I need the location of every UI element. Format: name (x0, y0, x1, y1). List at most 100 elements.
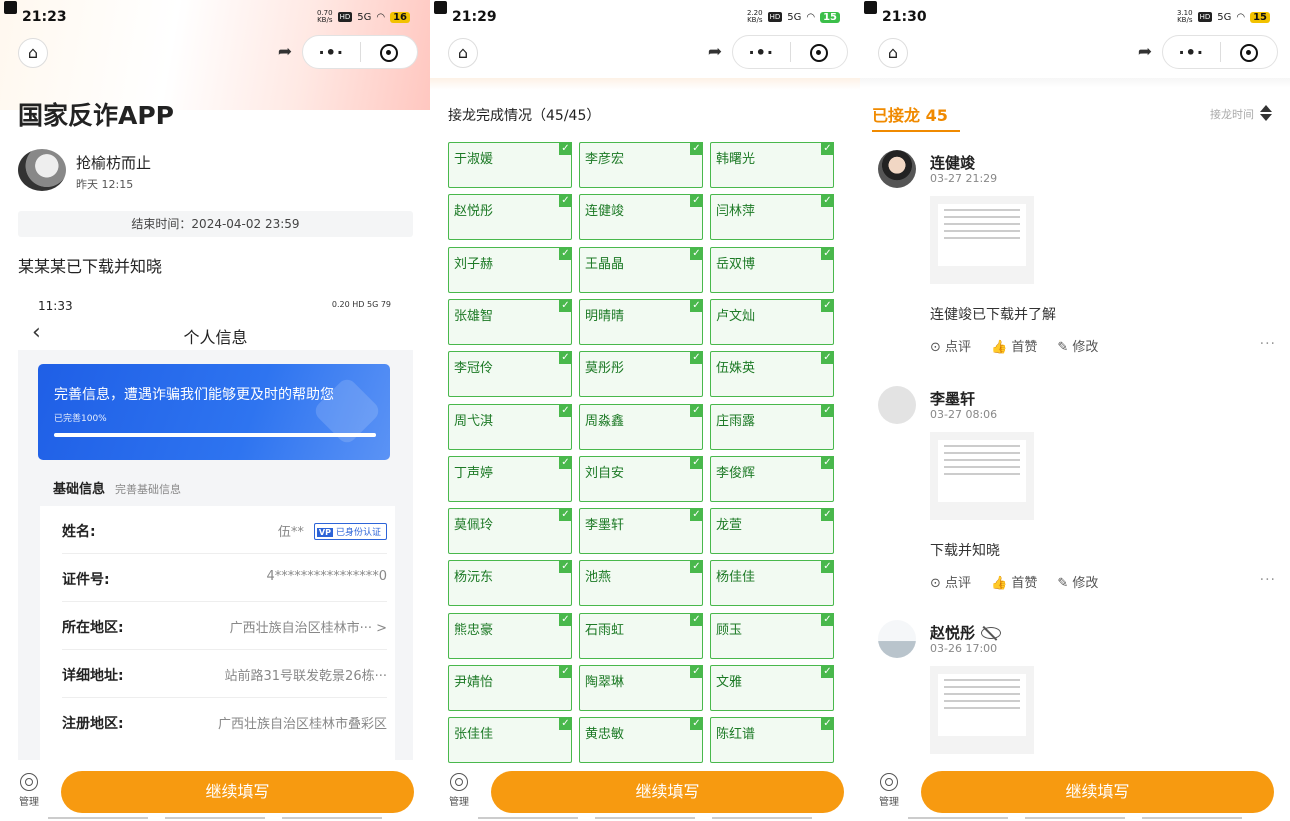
name-cell[interactable]: 庄雨露 ✓ (710, 403, 834, 450)
continue-button[interactable]: 继续填写 (921, 771, 1274, 813)
record-icon[interactable] (1221, 42, 1278, 62)
edit-icon: ✎ (1057, 576, 1073, 591)
name-cell[interactable]: 黄忠敏 ✓ (579, 717, 703, 764)
name-cell[interactable]: 明晴晴 ✓ (579, 298, 703, 345)
status-bar: 21:29 2.20 KB/s HD 5G ◠ 15 (430, 0, 860, 34)
sort-control[interactable]: 接龙时间 (1210, 105, 1272, 122)
row-key: 详细地址: (62, 668, 124, 684)
battery-level: 15 (820, 11, 840, 23)
name-cell[interactable]: 张雄智 ✓ (448, 298, 572, 345)
manage-button[interactable]: 管理 (874, 773, 904, 808)
home-icon[interactable]: ⌂ (878, 38, 908, 68)
share-icon[interactable]: ➦ (268, 42, 302, 62)
record-icon[interactable] (361, 42, 418, 62)
bottom-bar: 管理 继续填写 (860, 765, 1290, 821)
participant-name: 韩曙光 (716, 152, 756, 167)
name-cell[interactable]: 于淑媛 ✓ (448, 142, 572, 188)
author-name[interactable]: 抢榆枋而止 (76, 152, 151, 173)
completion-heading: 接龙完成情况（45/45） (448, 108, 601, 124)
post-time: 昨天 12:15 (76, 178, 134, 191)
check-icon: ✓ (690, 665, 703, 678)
name-cell[interactable]: 陶翠琳 ✓ (579, 665, 703, 711)
participant-name: 丁声婷 (454, 465, 494, 481)
edit-button[interactable]: ✎ 修改 (1057, 572, 1098, 591)
more-dots-icon[interactable]: ·•· (1163, 43, 1220, 62)
name-cell[interactable]: 莫彤彤 ✓ (579, 351, 703, 398)
name-cell[interactable]: 陈红谱 ✓ (710, 717, 834, 764)
more-icon[interactable]: ··· (1260, 336, 1276, 352)
name-cell[interactable]: 连健竣 ✓ (579, 194, 703, 241)
tab-joined[interactable]: 已接龙 45 (872, 102, 948, 126)
user-name: 连健竣 (930, 154, 976, 172)
comment-button[interactable]: ⊙ 点评 (930, 572, 971, 591)
page-title: 国家反诈APP (18, 101, 174, 130)
like-icon: 👍 (991, 340, 1012, 355)
name-cell[interactable]: 尹婧怡 ✓ (448, 665, 572, 711)
name-cell[interactable]: 王晶晶 ✓ (579, 246, 703, 293)
name-cell[interactable]: 韩曙光 ✓ (710, 142, 834, 188)
info-row-region: 所在地区: 广西壮族自治区桂林市··· > (62, 602, 387, 650)
more-icon[interactable]: ··· (1260, 572, 1276, 588)
name-cell[interactable]: 李彦宏 ✓ (579, 142, 703, 188)
more-dots-icon[interactable]: ·•· (733, 43, 790, 62)
name-cell[interactable]: 周淼鑫 ✓ (579, 403, 703, 450)
record-icon[interactable] (791, 42, 848, 62)
participant-name: 卢文灿 (716, 308, 756, 324)
home-icon[interactable]: ⌂ (18, 38, 48, 68)
comment-button[interactable]: ⊙ 点评 (930, 336, 971, 355)
edit-button[interactable]: ✎ 修改 (1057, 336, 1098, 355)
continue-button[interactable]: 继续填写 (61, 771, 414, 813)
participant-name: 庄雨露 (716, 413, 756, 429)
user-avatar[interactable] (878, 386, 916, 424)
manage-button[interactable]: 管理 (444, 773, 474, 808)
name-cell[interactable]: 熊忠豪 ✓ (448, 612, 572, 659)
bottom-bar: 管理 继续填写 (0, 765, 430, 821)
name-cell[interactable]: 周弋淇 ✓ (448, 403, 572, 450)
name-cell[interactable]: 卢文灿 ✓ (710, 298, 834, 345)
share-icon[interactable]: ➦ (1128, 42, 1162, 62)
name-cell[interactable]: 张佳佳 ✓ (448, 717, 572, 764)
user-avatar[interactable] (878, 150, 916, 188)
check-icon: ✓ (690, 455, 703, 469)
check-icon: ✓ (821, 403, 834, 417)
name-cell[interactable]: 李冠伶 ✓ (448, 351, 572, 398)
participant-name: 李俊辉 (716, 465, 756, 481)
name-cell[interactable]: 杨佳佳 ✓ (710, 560, 834, 607)
name-cell[interactable]: 闫林萍 ✓ (710, 194, 834, 241)
name-cell[interactable]: 石雨虹 ✓ (579, 612, 703, 659)
name-cell[interactable]: 刘自安 ✓ (579, 455, 703, 502)
name-cell[interactable]: 池燕 ✓ (579, 560, 703, 607)
like-button[interactable]: 👍 首赞 (991, 572, 1037, 591)
name-cell[interactable]: 丁声婷 ✓ (448, 455, 572, 502)
participant-name: 池燕 (585, 570, 612, 586)
participant-name: 莫佩玲 (454, 518, 494, 534)
home-icon[interactable]: ⌂ (448, 38, 478, 68)
manage-icon (450, 773, 468, 791)
name-cell[interactable]: 杨沅东 ✓ (448, 560, 572, 607)
row-key: 所在地区: (62, 620, 124, 636)
like-button[interactable]: 👍 首赞 (991, 336, 1037, 355)
name-cell[interactable]: 赵悦彤 ✓ (448, 194, 572, 241)
row-value: 广西壮族自治区桂林市叠彩区 (217, 717, 387, 732)
name-cell[interactable]: 李俊辉 ✓ (710, 455, 834, 502)
name-cell[interactable]: 顾玉 ✓ (710, 612, 834, 659)
name-cell[interactable]: 刘子赫 ✓ (448, 246, 572, 293)
manage-label: 管理 (19, 797, 39, 808)
share-icon[interactable]: ➦ (698, 42, 732, 62)
name-cell[interactable]: 岳双博 ✓ (710, 246, 834, 293)
name-cell[interactable]: 文雅 ✓ (710, 665, 834, 711)
name-cell[interactable]: 龙萱 ✓ (710, 508, 834, 555)
hd-badge: HD (767, 12, 783, 22)
name-cell[interactable]: 李墨轩 ✓ (579, 508, 703, 555)
continue-button[interactable]: 继续填写 (491, 771, 844, 813)
response-image[interactable] (930, 432, 1034, 520)
manage-button[interactable]: 管理 (14, 773, 44, 808)
name-cell[interactable]: 伍姝英 ✓ (710, 351, 834, 398)
response-image[interactable] (930, 666, 1034, 754)
response-image[interactable] (930, 196, 1034, 284)
name-cell[interactable]: 莫佩玲 ✓ (448, 508, 572, 555)
user-avatar[interactable] (878, 620, 916, 658)
author-avatar[interactable] (18, 149, 66, 191)
more-dots-icon[interactable]: ·•· (303, 43, 360, 62)
attached-screenshot[interactable]: 11:33 0.20 HD 5G 79 ‹ 个人信息 完善信息，遭遇诈骗我们能够… (18, 290, 413, 760)
